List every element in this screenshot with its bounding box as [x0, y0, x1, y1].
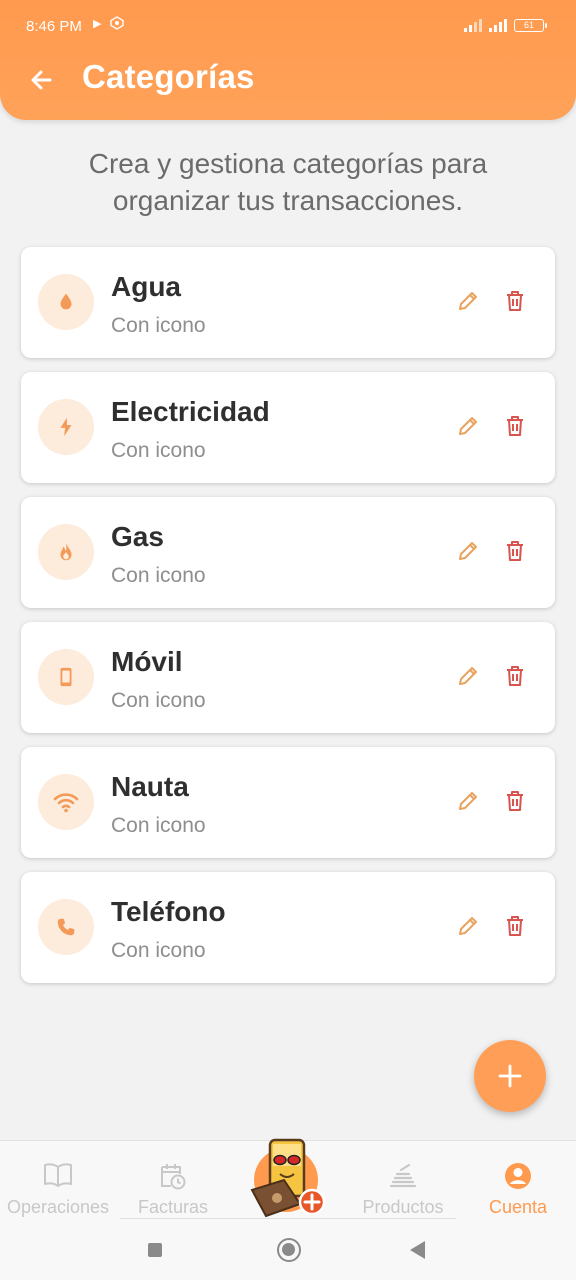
edit-button[interactable] [456, 414, 480, 438]
category-card-agua[interactable]: Agua Con icono [21, 247, 555, 358]
wifi-icon [38, 774, 94, 830]
nav-productos[interactable]: Productos [348, 1141, 458, 1221]
nav-label: Operaciones [6, 1197, 110, 1217]
edit-button[interactable] [456, 914, 480, 938]
bolt-icon [38, 399, 94, 455]
nav-operaciones[interactable]: Operaciones [3, 1141, 113, 1221]
pencil-icon [459, 542, 477, 560]
divider [120, 1218, 456, 1219]
phone-icon [38, 899, 94, 955]
delete-button[interactable] [503, 539, 527, 563]
trash-icon [507, 791, 523, 811]
delete-button[interactable] [503, 914, 527, 938]
trash-icon [507, 916, 523, 936]
system-navigation-bar [0, 1220, 576, 1280]
nav-label: Facturas [137, 1197, 209, 1217]
category-subtitle: Con icono [111, 689, 206, 712]
add-category-button[interactable] [474, 1040, 546, 1112]
nav-cuenta[interactable]: Cuenta [463, 1141, 573, 1221]
back-button[interactable] [26, 64, 58, 96]
recents-button[interactable] [148, 1243, 162, 1257]
plus-icon [498, 1064, 522, 1088]
trash-icon [507, 291, 523, 311]
flame-icon [38, 524, 94, 580]
nav-facturas[interactable]: Facturas [118, 1141, 228, 1221]
category-name: Móvil [111, 646, 183, 677]
category-card-nauta[interactable]: Nauta Con icono [21, 747, 555, 858]
app-header: 8:46 PM ▶ 61 Categorías [0, 0, 576, 120]
delete-button[interactable] [503, 414, 527, 438]
trash-icon [507, 541, 523, 561]
signal-icon [489, 19, 511, 36]
status-bar: 8:46 PM ▶ 61 [0, 0, 576, 54]
category-card-electricidad[interactable]: Electricidad Con icono [21, 372, 555, 483]
status-time: 8:46 PM [26, 18, 82, 35]
page-title: Categorías [82, 58, 255, 95]
pencil-icon [459, 792, 477, 810]
page-description: Crea y gestiona categorías para organiza… [88, 148, 488, 216]
home-button[interactable] [277, 1238, 301, 1262]
category-subtitle: Con icono [111, 439, 206, 462]
calendar-clock-icon [161, 1164, 186, 1190]
delete-button[interactable] [503, 789, 527, 813]
battery-icon: 61 [514, 19, 547, 32]
category-card-telefono[interactable]: Teléfono Con icono [21, 872, 555, 983]
edit-button[interactable] [456, 289, 480, 313]
mascot-add-button[interactable] [244, 1134, 332, 1220]
water-drop-icon [38, 274, 94, 330]
edit-button[interactable] [456, 664, 480, 688]
category-name: Teléfono [111, 896, 226, 927]
edit-button[interactable] [456, 789, 480, 813]
category-subtitle: Con icono [111, 939, 206, 962]
category-subtitle: Con icono [111, 314, 206, 337]
category-card-gas[interactable]: Gas Con icono [21, 497, 555, 608]
nav-label: Productos [362, 1197, 444, 1217]
nav-label: Cuenta [488, 1197, 548, 1217]
category-name: Nauta [111, 771, 189, 802]
category-name: Agua [111, 271, 181, 302]
category-card-movil[interactable]: Móvil Con icono [21, 622, 555, 733]
play-store-icon: ▶ [93, 18, 102, 30]
food-tray-icon [389, 1163, 417, 1188]
book-icon [44, 1163, 72, 1187]
pencil-icon [459, 417, 477, 435]
smartphone-icon [38, 649, 94, 705]
pencil-icon [459, 917, 477, 935]
category-subtitle: Con icono [111, 814, 206, 837]
back-system-button[interactable] [410, 1241, 425, 1259]
trash-icon [507, 416, 523, 436]
notification-icon [110, 16, 124, 34]
trash-icon [507, 666, 523, 686]
category-subtitle: Con icono [111, 564, 206, 587]
arrow-left-icon [31, 70, 52, 90]
edit-button[interactable] [456, 539, 480, 563]
pencil-icon [459, 667, 477, 685]
signal-icon [464, 19, 486, 36]
category-name: Electricidad [111, 396, 270, 427]
account-circle-icon [505, 1163, 531, 1189]
category-name: Gas [111, 521, 164, 552]
delete-button[interactable] [503, 664, 527, 688]
pencil-icon [459, 292, 477, 310]
mascot-icon [250, 1138, 326, 1218]
delete-button[interactable] [503, 289, 527, 313]
